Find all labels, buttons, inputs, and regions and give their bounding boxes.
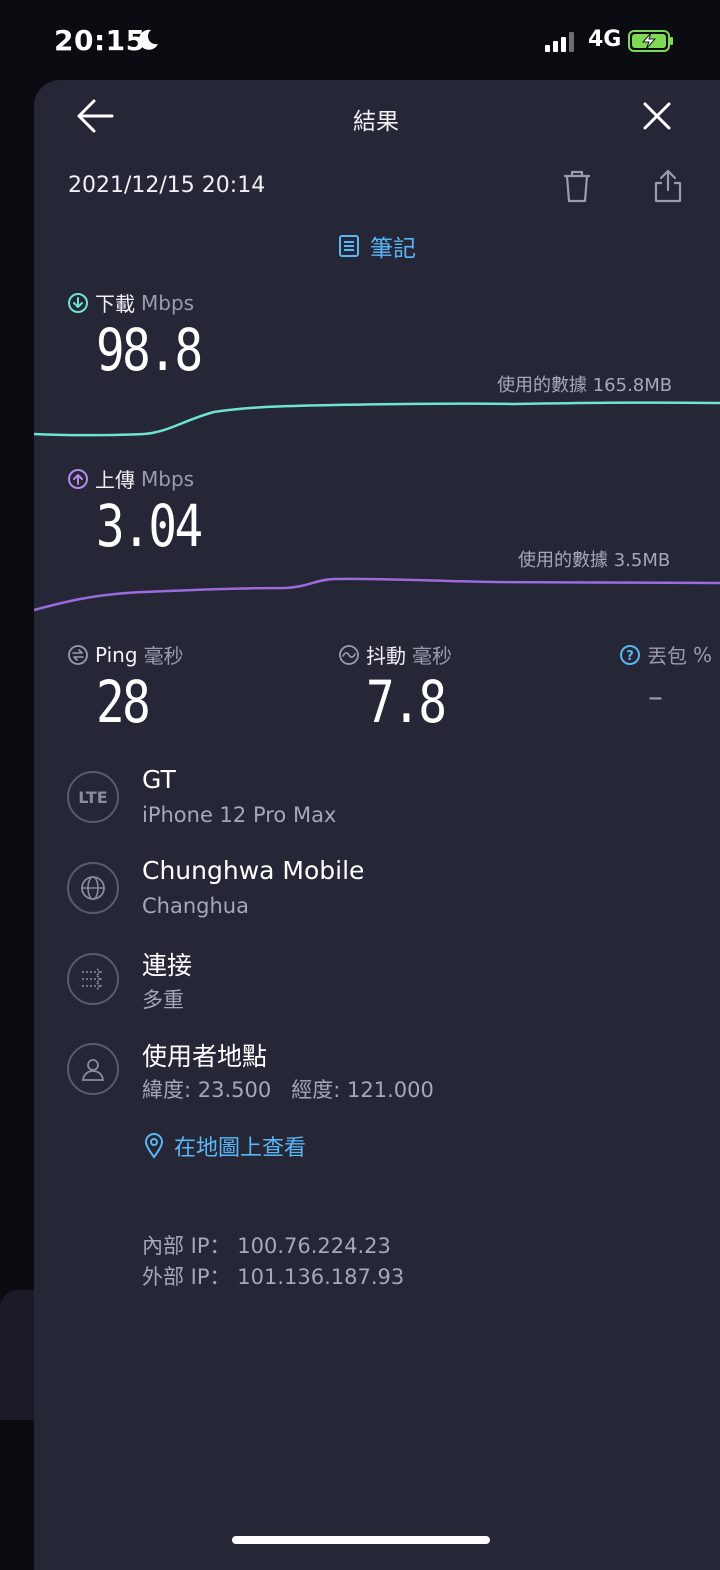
connection-icon xyxy=(67,953,119,1005)
view-on-map-link[interactable]: 在地圖上查看 xyxy=(144,1130,306,1162)
close-icon[interactable] xyxy=(642,101,672,131)
upload-value: 3.04 xyxy=(96,492,203,560)
download-graph xyxy=(34,401,720,437)
moon-icon xyxy=(138,29,158,50)
connection-title: 連接 xyxy=(142,951,193,980)
jitter-unit: 毫秒 xyxy=(412,644,452,668)
internal-ip-label: 內部 IP： xyxy=(142,1234,231,1258)
latitude-label: 緯度: xyxy=(142,1078,192,1102)
ping-icon xyxy=(68,644,88,665)
ping-unit: 毫秒 xyxy=(143,644,184,668)
user-location-icon xyxy=(67,1043,119,1095)
download-label-text: 下載 xyxy=(95,292,135,316)
download-arrow-icon xyxy=(68,292,88,313)
packet-loss-label-text: 丟包 xyxy=(647,644,687,668)
external-ip-label: 外部 IP： xyxy=(142,1265,231,1289)
ping-label-text: Ping xyxy=(95,642,138,667)
network-type: 4G xyxy=(588,27,622,52)
status-time: 20:15 xyxy=(54,24,146,57)
upload-arrow-icon xyxy=(68,468,88,489)
view-on-map-label: 在地圖上查看 xyxy=(174,1136,307,1161)
packet-loss-label[interactable]: ? 丟包 % xyxy=(619,640,712,669)
help-icon[interactable]: ? xyxy=(619,644,641,666)
jitter-value: 7.8 xyxy=(366,668,447,736)
download-unit: Mbps xyxy=(141,290,195,315)
location-coords: 緯度: 23.500 經度: 121.000 xyxy=(142,1074,434,1104)
upload-graph xyxy=(34,577,720,612)
lte-badge-icon: LTE xyxy=(67,771,119,823)
upload-label: 上傳 Mbps xyxy=(67,464,194,493)
device-title: GT xyxy=(142,765,176,794)
internal-ip-value: 100.76.224.23 xyxy=(237,1234,391,1258)
notes-label: 筆記 xyxy=(370,236,416,262)
globe-glyph xyxy=(81,876,105,900)
notes-icon xyxy=(339,235,359,257)
ping-value: 28 xyxy=(96,668,151,736)
trash-icon[interactable] xyxy=(561,170,593,204)
packet-loss-unit: % xyxy=(693,642,713,667)
lte-badge-text: LTE xyxy=(78,787,108,807)
share-icon[interactable] xyxy=(653,168,683,204)
external-ip: 外部 IP： 101.136.187.93 xyxy=(142,1261,404,1291)
provider-title: Chunghwa Mobile xyxy=(142,856,365,885)
globe-icon xyxy=(67,862,119,914)
map-pin-icon xyxy=(144,1133,164,1159)
signal-icon xyxy=(545,32,574,52)
connection-subtitle: 多重 xyxy=(142,988,184,1012)
page-title: 結果 xyxy=(353,109,399,135)
upload-label-text: 上傳 xyxy=(95,468,135,492)
external-ip-value: 101.136.187.93 xyxy=(237,1265,405,1289)
person-glyph xyxy=(81,1059,105,1081)
upload-unit: Mbps xyxy=(141,466,195,491)
packet-loss-value: – xyxy=(648,680,663,715)
test-date: 2021/12/15 20:14 xyxy=(68,173,266,198)
multi-arrow-glyph xyxy=(82,968,103,990)
latitude-value: 23.500 xyxy=(197,1078,272,1102)
jitter-icon xyxy=(339,644,359,665)
internal-ip: 內部 IP： 100.76.224.23 xyxy=(142,1230,391,1260)
location-title: 使用者地點 xyxy=(142,1042,268,1071)
jitter-label-text: 抖動 xyxy=(366,644,406,668)
longitude-value: 121.000 xyxy=(347,1078,434,1102)
device-subtitle: iPhone 12 Pro Max xyxy=(142,803,337,827)
provider-subtitle: Changhua xyxy=(142,894,249,918)
download-label: 下載 Mbps xyxy=(67,288,194,317)
home-indicator[interactable] xyxy=(232,1536,490,1544)
battery-charging-icon xyxy=(628,30,673,52)
ping-label: Ping 毫秒 xyxy=(67,640,184,669)
svg-text:?: ? xyxy=(626,649,634,664)
notes-button[interactable]: 筆記 xyxy=(338,229,416,263)
download-value: 98.8 xyxy=(96,316,203,384)
longitude-label: 經度: xyxy=(291,1078,341,1102)
jitter-label: 抖動 毫秒 xyxy=(338,640,452,669)
